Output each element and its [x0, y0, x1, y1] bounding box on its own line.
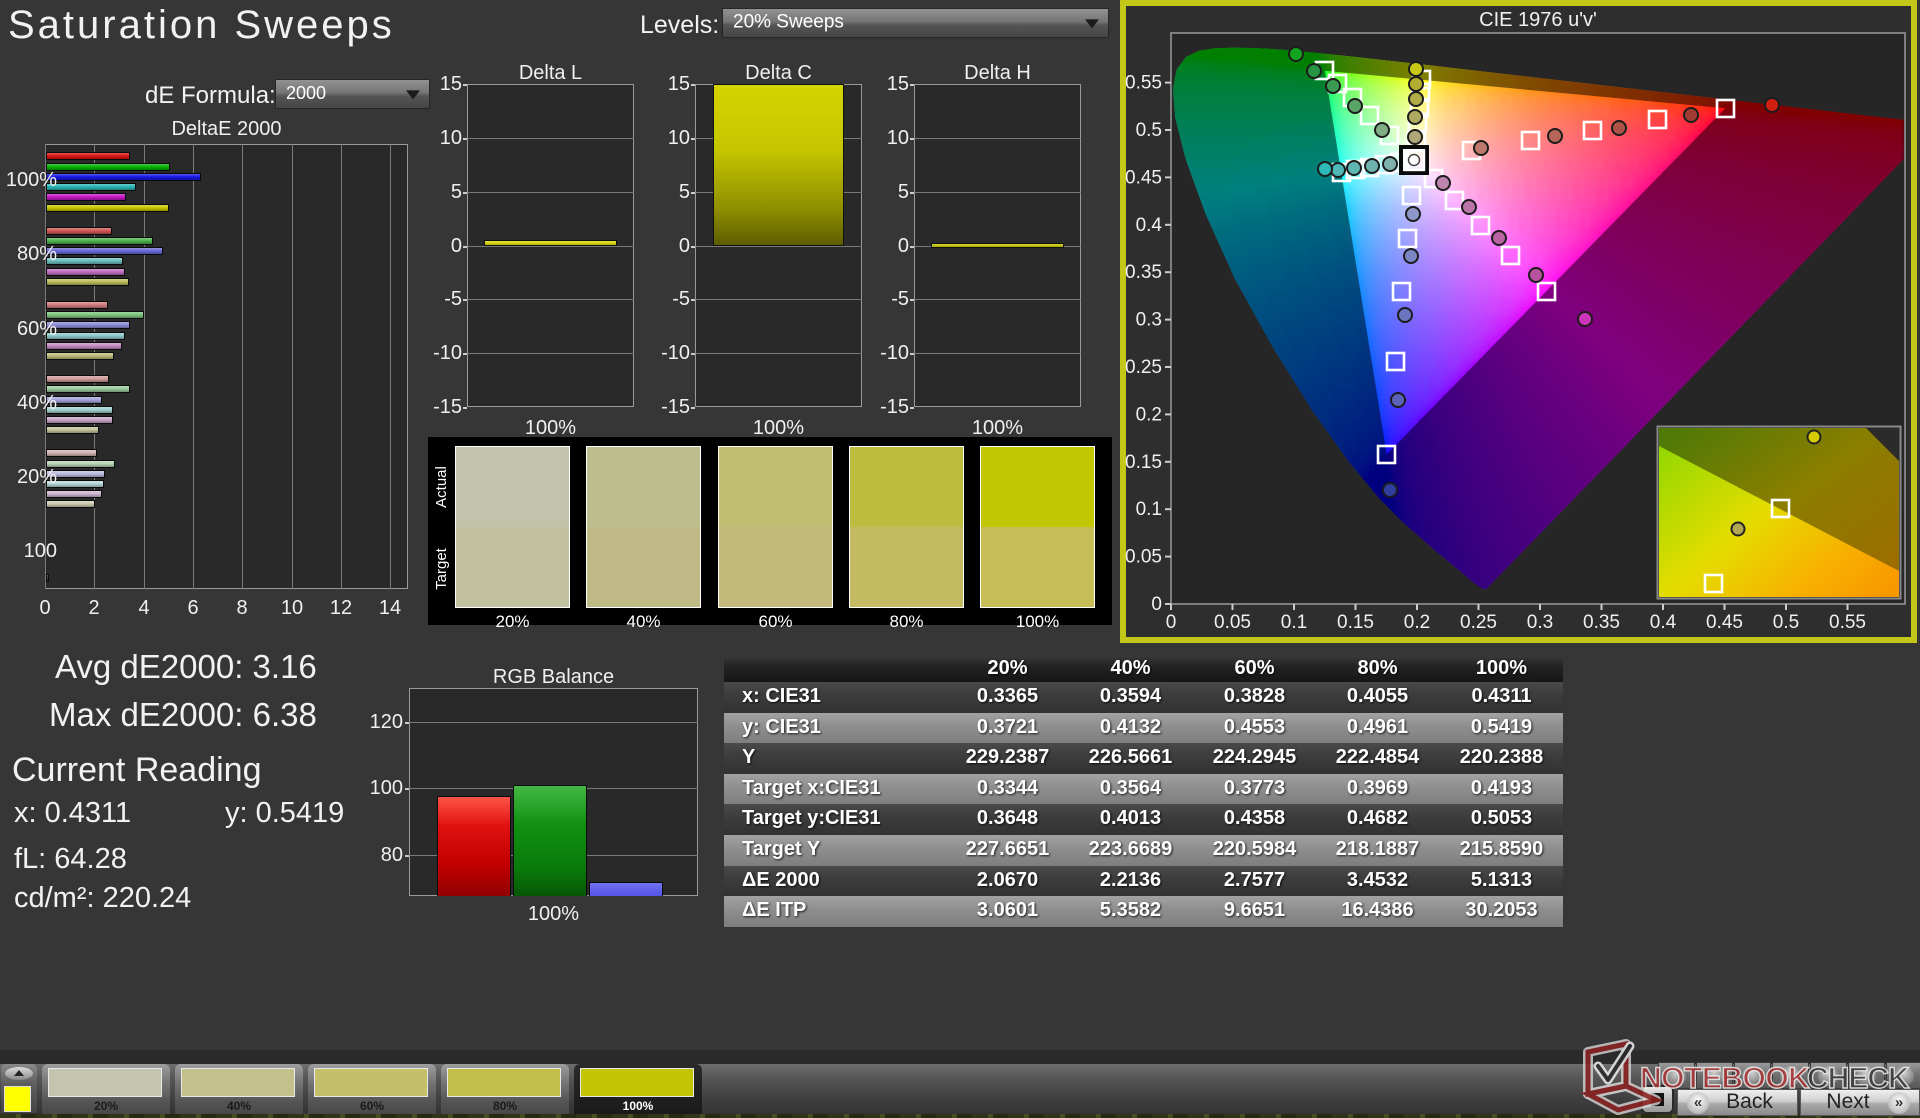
svg-text:0.3: 0.3 — [1527, 612, 1553, 633]
svg-text:0.25: 0.25 — [1460, 612, 1497, 633]
svg-text:CIE 1976 u'v': CIE 1976 u'v' — [1479, 9, 1597, 31]
svg-text:0.2: 0.2 — [1404, 612, 1430, 633]
svg-text:CHECK: CHECK — [1807, 1062, 1910, 1095]
svg-text:0.4: 0.4 — [1136, 215, 1163, 236]
svg-text:0.4: 0.4 — [1650, 612, 1677, 633]
svg-text:0.1: 0.1 — [1136, 499, 1162, 520]
svg-text:0.35: 0.35 — [1125, 262, 1162, 283]
svg-text:0.1: 0.1 — [1281, 612, 1307, 633]
svg-text:0.5: 0.5 — [1773, 612, 1799, 633]
svg-text:0: 0 — [1166, 612, 1177, 633]
svg-text:0.15: 0.15 — [1337, 612, 1374, 633]
svg-text:0.55: 0.55 — [1125, 73, 1162, 94]
svg-text:0: 0 — [1151, 594, 1162, 615]
svg-text:0.05: 0.05 — [1125, 547, 1162, 568]
svg-text:0.45: 0.45 — [1706, 612, 1743, 633]
svg-text:0.45: 0.45 — [1125, 167, 1162, 188]
svg-text:0.05: 0.05 — [1214, 612, 1251, 633]
svg-text:0.5: 0.5 — [1136, 120, 1162, 141]
svg-text:0.3: 0.3 — [1136, 310, 1162, 331]
svg-text:0.35: 0.35 — [1583, 612, 1620, 633]
svg-text:0.2: 0.2 — [1136, 404, 1162, 425]
svg-text:NOTEBOOK: NOTEBOOK — [1640, 1062, 1810, 1095]
svg-text:0.25: 0.25 — [1125, 357, 1162, 378]
svg-text:0.15: 0.15 — [1125, 452, 1162, 473]
svg-text:0.55: 0.55 — [1829, 612, 1866, 633]
